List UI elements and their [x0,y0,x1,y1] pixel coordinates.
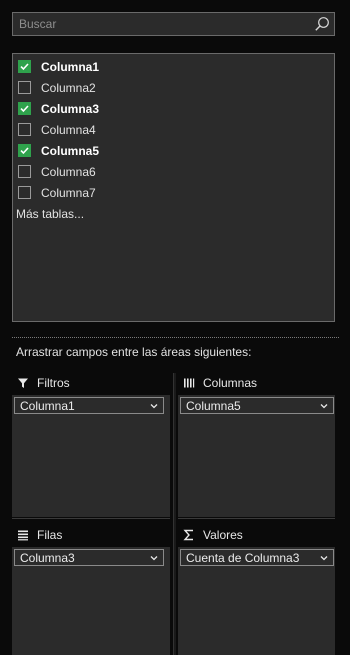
value-field-pill[interactable]: Cuenta de Columna3 [180,549,334,566]
filters-drop-zone[interactable]: Columna1 [12,395,170,517]
field-item-columna7[interactable]: Columna7 [13,182,334,203]
search-box[interactable] [12,12,335,36]
chevron-down-icon[interactable] [318,552,330,564]
chevron-down-icon[interactable] [318,400,330,412]
values-area-header: Valores [178,525,335,545]
field-checkbox-checked[interactable] [18,144,31,157]
field-label: Columna3 [41,101,100,116]
field-checkbox-unchecked[interactable] [18,165,31,178]
vertical-splitter[interactable] [173,373,176,655]
field-checkbox-unchecked[interactable] [18,123,31,136]
pivot-field-list-pane: Columna1 Columna2 Columna3 Columna4 Colu… [0,0,350,655]
field-checkbox-unchecked[interactable] [18,186,31,199]
filters-area-header: Filtros [12,373,170,393]
pill-label: Columna3 [20,550,75,565]
field-checkbox-checked[interactable] [18,102,31,115]
drag-hint-text: Arrastrar campos entre las áreas siguien… [16,345,252,359]
field-item-columna1[interactable]: Columna1 [13,56,334,77]
field-label: Columna2 [41,80,96,95]
rows-drop-zone[interactable]: Columna3 [12,547,170,655]
field-list: Columna1 Columna2 Columna3 Columna4 Colu… [12,53,335,322]
horizontal-splitter-right [178,518,335,519]
row-field-pill[interactable]: Columna3 [14,549,164,566]
field-item-columna3[interactable]: Columna3 [13,98,334,119]
field-label: Columna5 [41,143,100,158]
field-label: Columna1 [41,59,100,74]
rows-area-header: Filas [12,525,170,545]
horizontal-splitter-left [12,518,170,519]
search-input[interactable] [19,17,312,31]
column-field-pill[interactable]: Columna5 [180,397,334,414]
dotted-separator [12,337,339,338]
field-label: Columna6 [41,164,96,179]
pill-label: Columna5 [186,398,241,413]
columns-drop-zone[interactable]: Columna5 [178,395,335,517]
filters-area: Filtros Columna1 [12,373,170,517]
values-drop-zone[interactable]: Cuenta de Columna3 [178,547,335,655]
field-label: Columna4 [41,122,96,137]
chevron-down-icon[interactable] [148,552,160,564]
pill-label: Columna1 [20,398,75,413]
field-item-columna6[interactable]: Columna6 [13,161,334,182]
rows-icon [16,528,30,542]
field-checkbox-checked[interactable] [18,60,31,73]
values-area-title: Valores [203,528,243,542]
field-checkbox-unchecked[interactable] [18,81,31,94]
columns-area: Columnas Columna5 [178,373,335,517]
columns-area-title: Columnas [203,376,258,390]
field-item-columna5[interactable]: Columna5 [13,140,334,161]
chevron-down-icon[interactable] [148,400,160,412]
field-label: Columna7 [41,185,96,200]
filter-field-pill[interactable]: Columna1 [14,397,164,414]
filters-area-title: Filtros [37,376,70,390]
values-area: Valores Cuenta de Columna3 [178,525,335,655]
pill-label: Cuenta de Columna3 [186,550,300,565]
more-tables-link[interactable]: Más tablas... [13,203,334,225]
columns-area-header: Columnas [178,373,335,393]
rows-area-title: Filas [37,528,63,542]
sigma-icon [182,528,196,542]
columns-icon [182,376,196,390]
rows-area: Filas Columna3 [12,525,170,655]
filter-icon [16,376,30,390]
search-icon[interactable] [312,14,332,34]
field-item-columna2[interactable]: Columna2 [13,77,334,98]
field-item-columna4[interactable]: Columna4 [13,119,334,140]
